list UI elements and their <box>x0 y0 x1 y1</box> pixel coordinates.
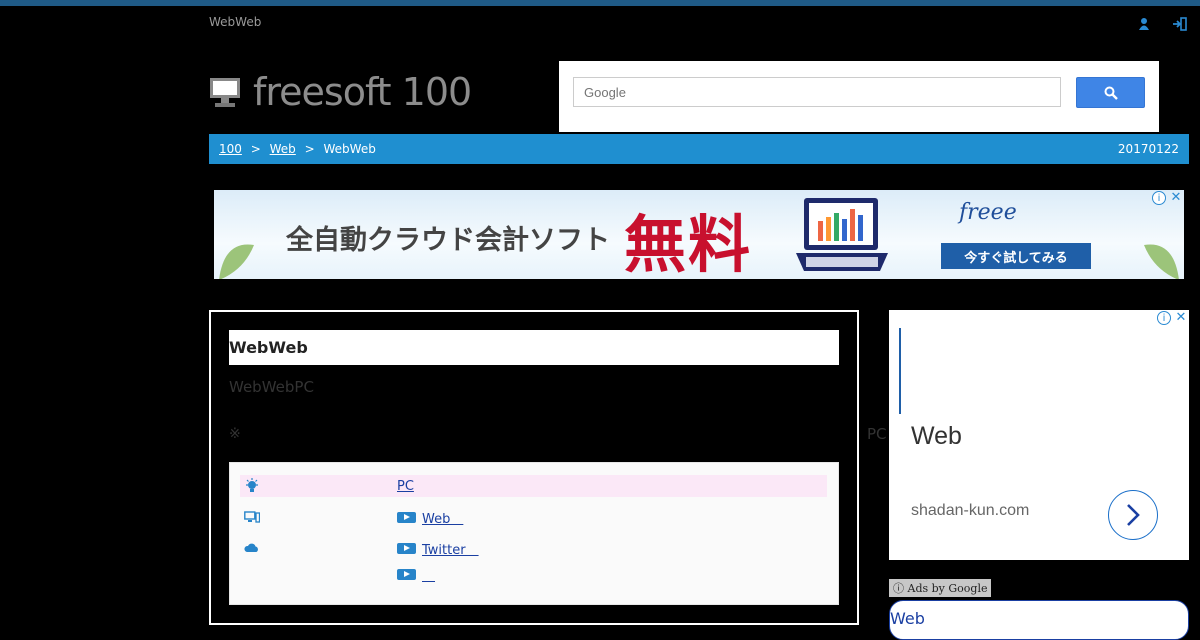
breadcrumb-home-link[interactable]: 100 <box>219 142 242 156</box>
computer-icon <box>209 75 243 109</box>
ads-by-text: Ads by Google <box>907 582 988 595</box>
article-panel: WebWeb WebWebPC ※ PC Web Twitter <box>209 310 859 625</box>
info-row: Twitter <box>240 537 827 559</box>
info-row-value: Twitter <box>397 537 479 559</box>
article-description: WebWebPC <box>229 378 314 396</box>
banner-ad-text: 全自動クラウド会計ソフト <box>286 225 610 256</box>
top-accent-bar <box>0 0 1200 6</box>
header-icons <box>1136 16 1188 31</box>
article-note: ※ <box>229 426 241 442</box>
login-icon[interactable] <box>1172 16 1188 31</box>
ads-by-google-label[interactable]: ⓘ Ads by Google <box>889 579 992 597</box>
info-row: Web <box>240 506 827 528</box>
cloud-icon <box>244 540 260 556</box>
extra-link[interactable] <box>422 565 435 584</box>
web-link[interactable]: Web <box>422 508 463 527</box>
side-ad-link-button[interactable]: Web <box>889 600 1189 640</box>
ad-divider <box>899 328 901 414</box>
side-ad-headline: Web <box>911 422 962 450</box>
banner-ad-brand: freee <box>959 200 1017 225</box>
banner-ad-cta-button[interactable]: 今すぐ試してみる <box>941 243 1091 269</box>
side-ad[interactable]: i ✕ Web shadan-kun.com <box>889 310 1189 560</box>
side-ad-domain: shadan-kun.com <box>911 502 1030 519</box>
chevron-right-icon <box>1127 504 1140 526</box>
leaf-decoration-right <box>1144 244 1179 279</box>
article-note-right: PC <box>867 425 887 443</box>
search-input[interactable] <box>573 77 1061 107</box>
side-ad-arrow-button[interactable] <box>1108 490 1158 540</box>
user-icon[interactable] <box>1136 16 1152 30</box>
ad-choices[interactable]: i ✕ <box>1152 191 1183 205</box>
info-row-value <box>397 563 435 585</box>
leaf-decoration-left <box>219 244 254 279</box>
breadcrumb: 100 > Web > WebWeb 20170122 <box>209 134 1189 164</box>
site-logo[interactable]: freesoft 100 <box>209 70 472 114</box>
play-icon <box>397 542 416 554</box>
banner-ad-free: 無料 <box>624 208 753 279</box>
breadcrumb-category-link[interactable]: Web <box>270 142 296 156</box>
logo-text: freesoft 100 <box>253 70 472 114</box>
breadcrumb-separator: > <box>250 142 261 156</box>
search-panel <box>559 61 1159 132</box>
laptop-icon <box>796 198 888 271</box>
info-row-value: Web <box>397 506 463 528</box>
breadcrumb-separator: > <box>304 142 315 156</box>
search-button[interactable] <box>1076 77 1145 108</box>
lightbulb-icon <box>244 478 260 494</box>
close-icon[interactable]: ✕ <box>1174 311 1188 325</box>
info-row-value: PC <box>397 475 414 497</box>
article-title: WebWeb <box>229 330 839 365</box>
site-tagline: WebWeb <box>209 15 262 29</box>
close-icon[interactable]: ✕ <box>1169 191 1183 205</box>
info-row <box>240 563 827 585</box>
banner-ad[interactable]: 全自動クラウド会計ソフト 無料 freee 今すぐ試してみる i ✕ <box>214 190 1184 279</box>
devices-icon <box>244 509 261 525</box>
breadcrumb-current: WebWeb <box>323 142 376 156</box>
info-icon[interactable]: i <box>1152 191 1166 205</box>
ad-choices[interactable]: i ✕ <box>1157 311 1188 325</box>
play-icon <box>397 568 416 580</box>
pc-link[interactable]: PC <box>397 479 414 494</box>
info-row: PC <box>240 475 827 497</box>
info-table: PC Web Twitter <box>229 462 839 605</box>
update-date: 20170122 <box>1117 142 1179 156</box>
play-icon <box>397 511 416 523</box>
search-icon <box>1104 86 1118 100</box>
twitter-link[interactable]: Twitter <box>422 539 479 558</box>
info-icon: ⓘ <box>893 582 908 595</box>
info-icon[interactable]: i <box>1157 311 1171 325</box>
